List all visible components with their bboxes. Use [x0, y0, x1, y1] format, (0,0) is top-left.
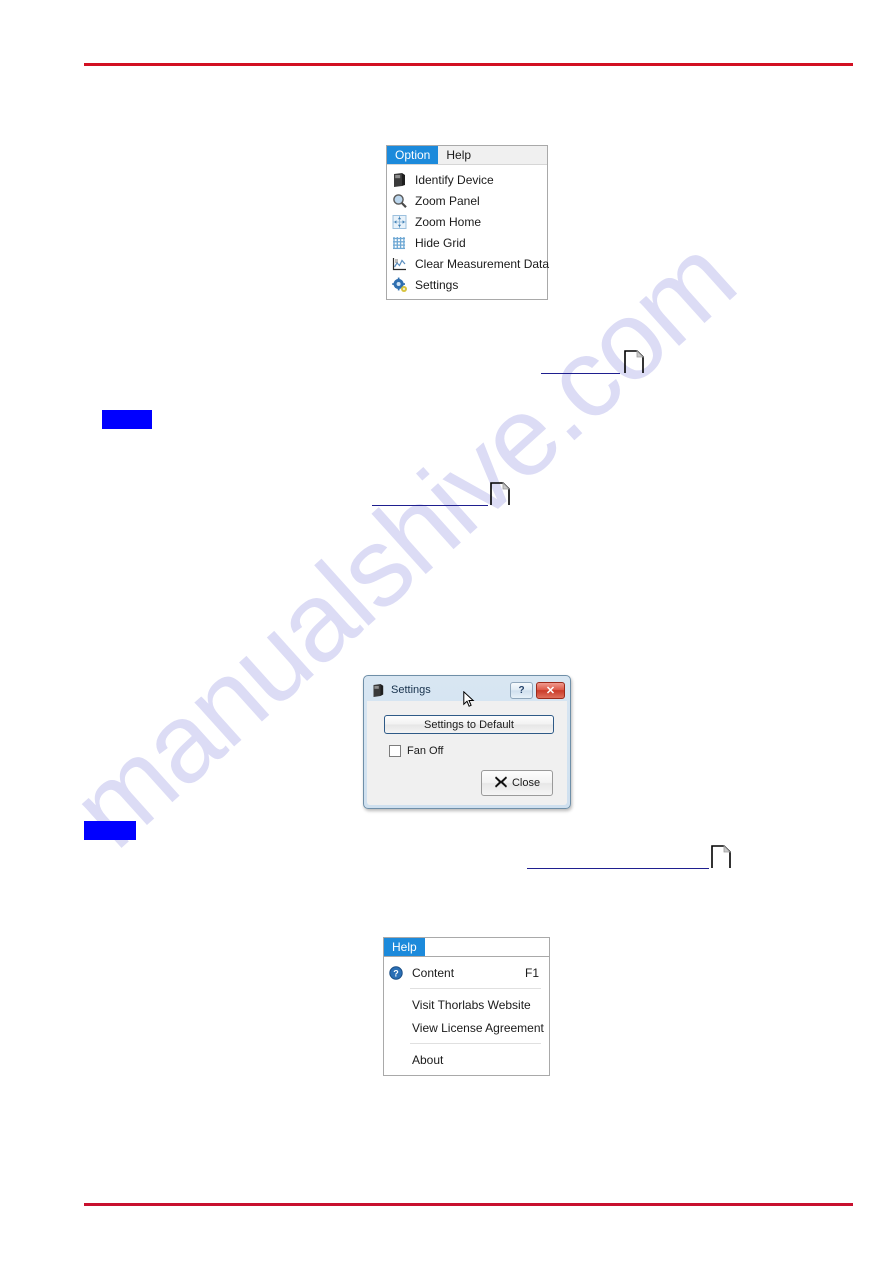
- menu-item-shortcut: F1: [524, 965, 539, 980]
- close-button-label: ✕: [545, 684, 556, 697]
- menu-item-label: About: [412, 1052, 444, 1067]
- header-rule: [84, 63, 853, 66]
- menu-item-label: Content: [412, 965, 455, 980]
- menubar: Help: [384, 938, 549, 957]
- menu-item-label: Zoom Home: [415, 214, 482, 229]
- page-icon: [490, 482, 510, 506]
- close-button-text: Close: [511, 777, 541, 789]
- settings-dialog: Settings ? ✕ Settings to Default Fan Off: [363, 675, 571, 809]
- redacted-text-block-2: [84, 821, 136, 840]
- menubar-item-help[interactable]: Help: [384, 938, 425, 956]
- footer-rule: [84, 1203, 853, 1206]
- cross-reference-underline: [527, 868, 709, 869]
- menu-item-identify-device[interactable]: Identify Device: [387, 169, 547, 190]
- zoom-home-icon: [391, 214, 409, 230]
- cross-reference-underline: [372, 505, 488, 506]
- cross-reference-link-3[interactable]: [527, 843, 731, 869]
- menu-item-settings[interactable]: Settings: [387, 274, 547, 295]
- page-icon: [624, 350, 644, 374]
- cross-reference-link-2[interactable]: [372, 480, 510, 506]
- option-menu-screenshot: Option Help Identify Device Zoom Panel Z…: [386, 145, 550, 300]
- option-menu-body: Identify Device Zoom Panel Zoom Home Hid…: [387, 165, 550, 299]
- blank-icon: [388, 1020, 406, 1036]
- help-question-icon: ?: [388, 965, 406, 981]
- menu-item-zoom-panel[interactable]: Zoom Panel: [387, 190, 547, 211]
- menu-item-label: Hide Grid: [415, 235, 466, 250]
- menu-item-content[interactable]: ? Content F1: [384, 961, 549, 984]
- grid-icon: [391, 235, 409, 251]
- menu-separator: [410, 988, 541, 989]
- help-menu-screenshot: Help ? Content F1 Visit Thorlabs Website: [383, 937, 550, 1076]
- document-page: manualshive.com Option Help Identify Dev…: [0, 0, 893, 1263]
- fan-off-checkbox-row[interactable]: Fan Off: [389, 745, 443, 757]
- menu-item-clear-measurement-data[interactable]: Clear Measurement Data: [387, 253, 550, 274]
- menu-item-about[interactable]: About: [384, 1048, 549, 1071]
- menu-item-visit-thorlabs-website[interactable]: Visit Thorlabs Website: [384, 993, 549, 1016]
- menubar: Option Help: [387, 146, 547, 165]
- blank-icon: [388, 1052, 406, 1068]
- svg-text:?: ?: [393, 968, 399, 978]
- gear-icon: [391, 277, 409, 293]
- help-button[interactable]: ?: [510, 681, 533, 699]
- settings-dialog-title: Settings: [391, 684, 431, 696]
- menu-item-zoom-home[interactable]: Zoom Home: [387, 211, 547, 232]
- help-menu-body: ? Content F1 Visit Thorlabs Website View…: [384, 956, 549, 1075]
- menu-item-label: Identify Device: [415, 172, 494, 187]
- blank-icon: [388, 997, 406, 1013]
- help-button-label: ?: [518, 684, 525, 696]
- settings-dialog-body: Settings to Default Fan Off Close: [367, 701, 567, 805]
- device-icon: [371, 683, 386, 698]
- menu-item-label: Visit Thorlabs Website: [412, 997, 531, 1012]
- cross-reference-link-1[interactable]: [541, 348, 644, 374]
- menu-item-hide-grid[interactable]: Hide Grid: [387, 232, 547, 253]
- settings-titlebar[interactable]: Settings ? ✕: [367, 679, 567, 707]
- fan-off-label: Fan Off: [407, 745, 444, 757]
- menu-item-label: Clear Measurement Data: [415, 256, 550, 271]
- device-icon: [391, 172, 409, 188]
- settings-to-default-button[interactable]: Settings to Default: [384, 715, 554, 734]
- menu-item-view-license-agreement[interactable]: View License Agreement: [384, 1016, 549, 1039]
- menubar-item-help[interactable]: Help: [438, 146, 479, 164]
- menu-item-label: Zoom Panel: [415, 193, 480, 208]
- magnifier-icon: [391, 193, 409, 209]
- settings-to-default-label: Settings to Default: [424, 718, 514, 731]
- menubar-item-help-label: Help: [392, 940, 417, 954]
- menubar-item-option-label: Option: [395, 148, 431, 162]
- redacted-text-block-1: [102, 410, 152, 429]
- mouse-cursor: [463, 690, 475, 709]
- close-button[interactable]: Close: [481, 770, 553, 796]
- menu-separator: [410, 1043, 541, 1044]
- menubar-item-help-label: Help: [446, 148, 472, 162]
- clear-chart-icon: [391, 256, 409, 272]
- menu-item-label: Settings: [415, 277, 459, 292]
- close-x-icon: [494, 775, 508, 792]
- menubar-item-option[interactable]: Option: [387, 146, 439, 164]
- menu-item-label: View License Agreement: [412, 1020, 544, 1035]
- cross-reference-underline: [541, 373, 620, 374]
- page-icon: [711, 845, 731, 869]
- close-icon[interactable]: ✕: [536, 681, 565, 699]
- fan-off-checkbox[interactable]: [389, 745, 401, 757]
